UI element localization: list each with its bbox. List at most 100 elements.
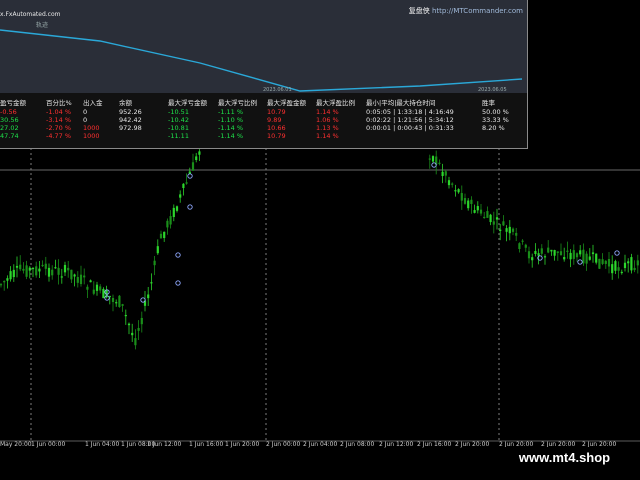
cell-dd-amt: -11.11 xyxy=(168,132,189,140)
candle-body xyxy=(83,275,86,278)
trade-report-panel: x.FxAutomated.com 轨迹 复盘侠 http://MTComman… xyxy=(0,0,528,149)
candle-body xyxy=(92,289,95,294)
cell-dd-pct: -1.14 % xyxy=(218,132,244,140)
candle-body xyxy=(169,216,172,225)
candle-body xyxy=(614,261,617,271)
candle-body xyxy=(38,268,41,272)
candle-body xyxy=(518,243,521,250)
candle-body xyxy=(431,156,435,162)
candle-body xyxy=(457,189,460,193)
cell-pnl: 47.74 xyxy=(0,132,19,140)
trade-marker xyxy=(577,259,583,265)
candle-body xyxy=(489,214,492,223)
cell-win: 8.20 % xyxy=(482,124,505,132)
candle-body xyxy=(147,294,150,299)
candle-body xyxy=(111,297,115,302)
candle-body xyxy=(73,274,76,277)
time-label: 1 Jun 00:00 xyxy=(31,441,66,448)
candle-body xyxy=(67,267,70,271)
candle-body xyxy=(486,211,489,218)
candle-body xyxy=(441,171,444,177)
candle-body xyxy=(3,281,6,283)
candle-body xyxy=(166,220,169,228)
candle-body xyxy=(153,260,156,266)
hdr-balance: 余额 xyxy=(119,99,132,107)
candle-body xyxy=(438,162,441,164)
candle-body xyxy=(179,194,182,198)
hdr-win: 胜率 xyxy=(482,99,495,107)
candle-body xyxy=(537,253,540,256)
candle-body xyxy=(47,267,51,277)
candle-body xyxy=(182,183,185,189)
candle-body xyxy=(89,280,92,283)
candle-body xyxy=(611,264,614,274)
candle-body xyxy=(444,171,447,176)
candle-body xyxy=(454,190,457,192)
candle-body xyxy=(131,332,134,336)
hdr-dd-pct: 最大浮亏比例 xyxy=(218,99,257,107)
candle-body xyxy=(19,264,22,270)
candle-body xyxy=(569,252,572,260)
trade-marker xyxy=(140,297,146,303)
candle-body xyxy=(51,269,54,276)
cell-balance: 972.98 xyxy=(119,124,142,132)
candle-body xyxy=(118,295,121,308)
candle-body xyxy=(559,251,563,256)
candle-body xyxy=(172,207,175,218)
candle-body xyxy=(102,288,105,299)
candle-body xyxy=(451,183,454,185)
cell-fp-amt: 10.79 xyxy=(267,132,286,140)
candle-body xyxy=(547,247,550,253)
candle-body xyxy=(198,151,201,155)
candle-body xyxy=(508,226,511,234)
candle-body xyxy=(124,314,127,317)
hdr-dd-amt: 最大浮亏金额 xyxy=(168,99,207,107)
candle-body xyxy=(15,265,19,268)
candle-body xyxy=(44,263,47,269)
candle-body xyxy=(467,200,470,209)
candle-body xyxy=(633,267,636,271)
trade-marker xyxy=(614,250,620,256)
trade-marker xyxy=(175,252,181,258)
candle-body xyxy=(623,262,627,269)
candle-body xyxy=(585,253,588,264)
candle-body xyxy=(502,221,505,226)
candle-body xyxy=(9,271,12,280)
candle-body xyxy=(140,317,143,325)
candle-body xyxy=(127,323,131,326)
curve-date-start: 2023.06.01 xyxy=(263,87,292,93)
candle-body xyxy=(31,267,35,270)
hdr-fp-amt: 最大浮盈金额 xyxy=(267,99,306,107)
time-label: 1 Jun 04:00 xyxy=(85,441,120,448)
watermark: www.mt4.shop xyxy=(497,447,632,469)
candle-body xyxy=(60,276,63,278)
candle-body xyxy=(591,252,595,255)
candle-body xyxy=(534,250,537,254)
time-label: 1 Jun 16:00 xyxy=(189,441,224,448)
candle-body xyxy=(54,267,57,269)
candle-body xyxy=(41,264,44,267)
candle-body xyxy=(553,250,556,256)
candle-body xyxy=(479,209,483,214)
candle-body xyxy=(476,206,479,211)
candle-body xyxy=(492,221,495,225)
cell-fp-pct: 1.14 % xyxy=(316,132,339,140)
candle-body xyxy=(531,257,534,261)
candle-body xyxy=(556,251,559,253)
trade-marker xyxy=(175,280,181,286)
equity-line xyxy=(0,29,523,92)
cell-flow: 1000 xyxy=(83,132,100,140)
candle-body xyxy=(156,246,159,254)
candle-body xyxy=(627,261,630,264)
candle-body xyxy=(499,229,502,231)
candle-body xyxy=(595,253,598,263)
cell-hold: 0:00:01 | 0:00:43 | 0:31:33 xyxy=(366,124,454,132)
cell-pct: -4.77 % xyxy=(46,132,72,140)
candle-body xyxy=(28,267,31,271)
candle-body xyxy=(79,274,83,285)
candle-body xyxy=(572,250,575,259)
candle-body xyxy=(175,206,179,211)
candle-body xyxy=(543,256,547,258)
candle-body xyxy=(35,266,38,276)
candle-body xyxy=(163,231,166,239)
